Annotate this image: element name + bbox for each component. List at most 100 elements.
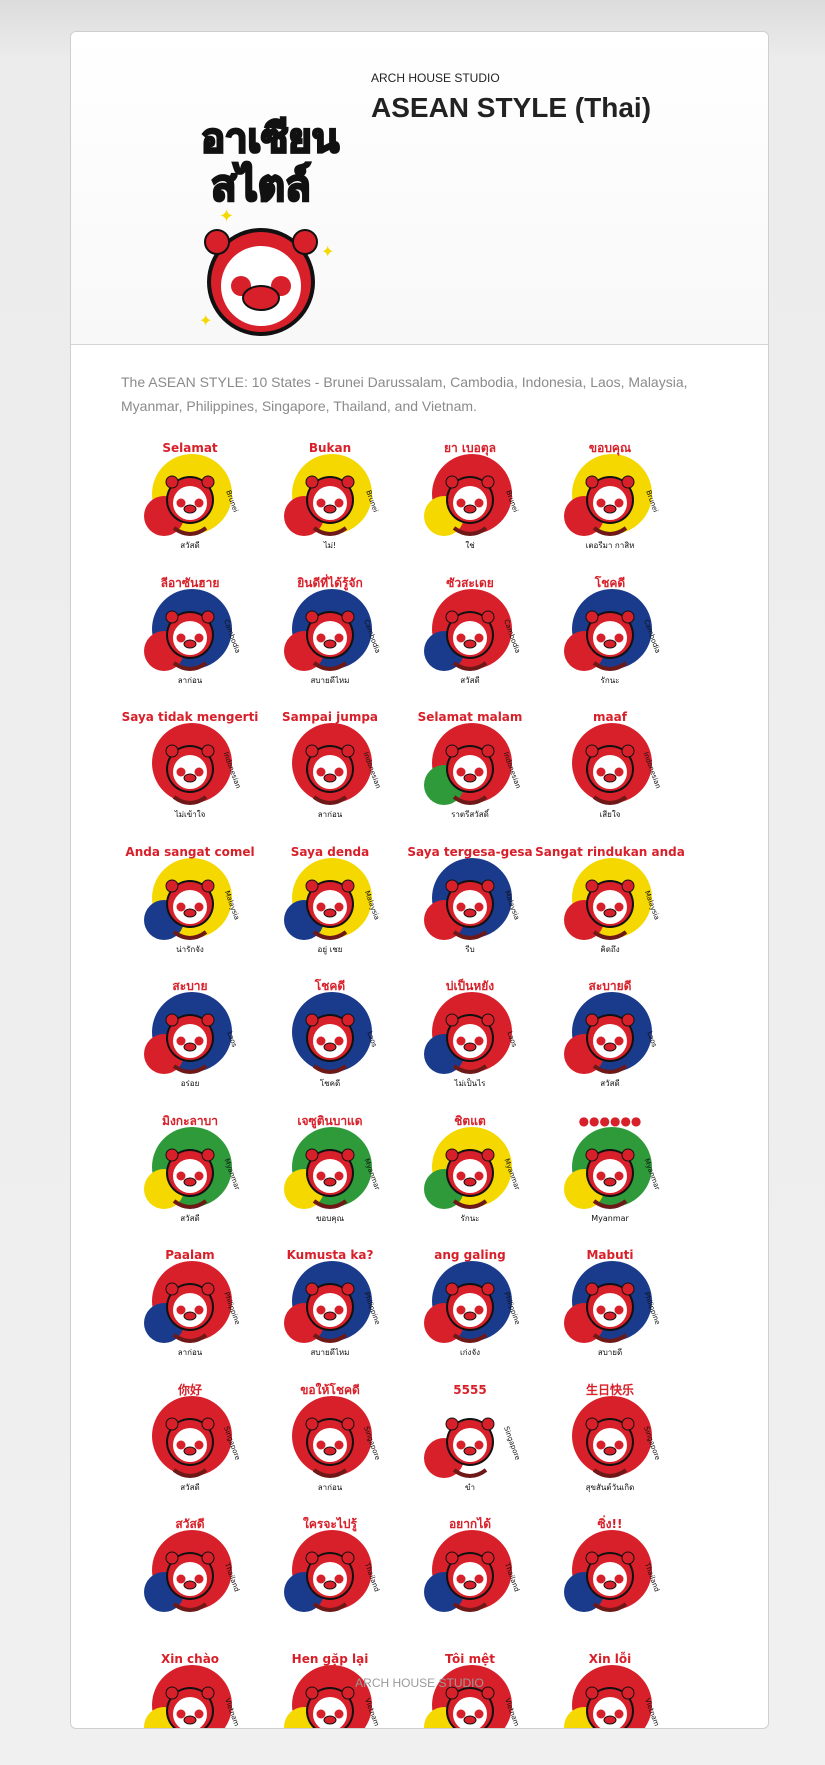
sticker-image: Kumusta ka?Philippineสบายดีไหม bbox=[284, 1248, 381, 1357]
sticker-image: ใครจะไปรู้Thailand bbox=[284, 1516, 381, 1612]
sticker-caption: ใครจะไปรู้ bbox=[303, 1516, 357, 1532]
sticker-image: Selamat malamIndonesianราตรีสวัสดิ์ bbox=[418, 710, 523, 819]
sticker-item[interactable]: บ่เป็นหยัง Laos ไม่เป็นไร bbox=[398, 966, 538, 1101]
sticker-item[interactable]: ขอบคุณ Brunei เตอรีมา กาสิห bbox=[538, 428, 678, 563]
sticker-item[interactable]: โชคดี Cambodia รักนะ bbox=[538, 563, 678, 698]
sticker-subcaption: ลาก่อน bbox=[318, 810, 343, 819]
sticker-image: 你好Singaporeสวัสดี bbox=[152, 1382, 242, 1492]
sticker-item[interactable]: ซิ่ง!! Thailand bbox=[538, 1504, 678, 1639]
sticker-subcaption: ลาก่อน bbox=[178, 1348, 203, 1357]
sticker-item[interactable]: ชิตแต Myanmar รักนะ bbox=[398, 1101, 538, 1236]
sticker-image: Anda sangat comelMalaysiaน่ารักจัง bbox=[125, 845, 254, 954]
main-sticker-icon[interactable]: อาเซียน สไตล์ ✦ ✦ ✦ bbox=[141, 82, 361, 342]
sticker-subcaption: ใช่ bbox=[465, 541, 475, 550]
sticker-image: เจซูตินบาแดMyanmarขอบคุณ bbox=[284, 1114, 381, 1223]
sticker-item[interactable]: maaf Indonesian เสียใจ bbox=[538, 697, 678, 832]
sticker-item[interactable]: 生日快乐 Singapore สุขสันต์วันเกิด bbox=[538, 1370, 678, 1505]
sticker-caption: Selamat malam bbox=[418, 710, 523, 724]
sticker-caption: Bukan bbox=[309, 441, 351, 455]
sticker-subcaption: โชคดี bbox=[320, 1078, 340, 1088]
sticker-item[interactable]: สวัสดี Thailand bbox=[118, 1504, 258, 1639]
sticker-caption: ang galing bbox=[434, 1248, 505, 1262]
sticker-caption: สะบายดี bbox=[589, 979, 632, 993]
footer-copyright[interactable]: ARCH HOUSE STUDIO bbox=[71, 1676, 768, 1690]
sticker-item[interactable]: Saya denda Malaysia อยู่ เชย bbox=[258, 832, 398, 967]
sticker-item[interactable]: ยินดีที่ได้รู้จัก Cambodia สบายดีไหม bbox=[258, 563, 398, 698]
sticker-image: SelamatBruneiสวัสดี bbox=[144, 441, 240, 550]
sticker-character bbox=[445, 1686, 495, 1728]
sticker-subcaption: สวัสดี bbox=[180, 1214, 199, 1223]
sticker-image: Saya tidak mengertiIndonesianไม่เข้าใจ bbox=[122, 710, 259, 819]
sticker-image: 生日快乐Singaporeสุขสันต์วันเกิด bbox=[572, 1382, 662, 1492]
sticker-image: สะบายดีLaosสวัสดี bbox=[564, 979, 659, 1088]
sticker-item[interactable]: สะบายดี Laos สวัสดี bbox=[538, 966, 678, 1101]
sticker-caption: Sampai jumpa bbox=[282, 710, 378, 724]
sticker-item[interactable]: ซัวสะเดย Cambodia สวัสดี bbox=[398, 563, 538, 698]
sticker-item[interactable]: Saya tergesa-gesa Malaysia รีบ bbox=[398, 832, 538, 967]
sticker-caption: 5555 bbox=[453, 1383, 486, 1397]
sticker-item[interactable]: Sampai jumpa Indonesian ลาก่อน bbox=[258, 697, 398, 832]
sticker-item[interactable]: Selamat Brunei สวัสดี bbox=[118, 428, 258, 563]
sticker-caption: ขอให้โชคดี bbox=[300, 1382, 360, 1397]
sticker-item[interactable]: Bukan Brunei ไม่! bbox=[258, 428, 398, 563]
sticker-subcaption: ขอบคุณ bbox=[316, 1214, 345, 1223]
sticker-image: Saya dendaMalaysiaอยู่ เชย bbox=[284, 845, 381, 955]
sticker-caption: Kumusta ka? bbox=[287, 1248, 374, 1262]
product-description: The ASEAN STYLE: 10 States - Brunei Daru… bbox=[121, 374, 688, 414]
sticker-subcaption: สวัสดี bbox=[460, 676, 479, 685]
sticker-item[interactable]: ●●●●●● Myanmar Myanmar bbox=[538, 1101, 678, 1236]
svg-text:✦: ✦ bbox=[199, 313, 212, 330]
sticker-caption: Xin lỗi bbox=[589, 1652, 632, 1666]
sticker-item[interactable]: 5555 Singapore ขำ bbox=[398, 1370, 538, 1505]
sticker-caption: ซัวสะเดย bbox=[446, 576, 494, 590]
sticker-subcaption: น่ารักจัง bbox=[176, 945, 204, 954]
sticker-subcaption: สบายดีไหม bbox=[311, 1348, 350, 1357]
sticker-image: 5555Singaporeขำ bbox=[424, 1383, 522, 1492]
sticker-caption: Saya denda bbox=[291, 845, 369, 859]
sticker-item[interactable]: เจซูตินบาแด Myanmar ขอบคุณ bbox=[258, 1101, 398, 1236]
sticker-image: ลีอาซันฮายCambodiaลาก่อน bbox=[144, 576, 242, 685]
sticker-subcaption: สบายดี bbox=[598, 1348, 622, 1357]
sticker-caption: Paalam bbox=[165, 1248, 214, 1262]
main-logo-line2: สไตล์ bbox=[211, 161, 311, 210]
sticker-caption: ●●●●●● bbox=[579, 1114, 642, 1128]
sticker-image: Saya tergesa-gesaMalaysiaรีบ bbox=[407, 845, 532, 954]
sticker-caption: Saya tergesa-gesa bbox=[407, 845, 532, 859]
sticker-image: ชิตแตMyanmarรักนะ bbox=[424, 1114, 521, 1223]
sticker-item[interactable]: Sangat rindukan anda Malaysia คิดถึง bbox=[535, 832, 685, 967]
sticker-item[interactable]: ใครจะไปรู้ Thailand bbox=[258, 1504, 398, 1639]
sticker-item[interactable]: มิงกะลาบา Myanmar สวัสดี bbox=[118, 1101, 258, 1236]
sticker-item[interactable]: ang galing Philippine เก่งจัง bbox=[398, 1235, 538, 1370]
sticker-subcaption: เตอรีมา กาสิห bbox=[586, 541, 635, 550]
sticker-caption: ซิ่ง!! bbox=[598, 1515, 623, 1531]
sticker-item[interactable]: Kumusta ka? Philippine สบายดีไหม bbox=[258, 1235, 398, 1370]
sticker-subcaption: สวัสดี bbox=[180, 541, 199, 550]
publisher-name[interactable]: ARCH HOUSE STUDIO bbox=[371, 71, 500, 85]
sticker-image: ขอบคุณBruneiเตอรีมา กาสิห bbox=[564, 441, 660, 550]
sticker-image: ●●●●●●MyanmarMyanmar bbox=[564, 1114, 661, 1223]
sticker-item[interactable]: Mabuti Philippine สบายดี bbox=[538, 1235, 678, 1370]
sticker-item[interactable]: Paalam Philippine ลาก่อน bbox=[118, 1235, 258, 1370]
sticker-caption: เจซูตินบาแด bbox=[297, 1114, 362, 1129]
sticker-item[interactable]: Anda sangat comel Malaysia น่ารักจัง bbox=[118, 832, 258, 967]
sticker-item[interactable]: อยากได้ Thailand bbox=[398, 1504, 538, 1639]
sticker-caption: Hen gặp lại bbox=[292, 1652, 369, 1666]
sticker-subcaption: ลาก่อน bbox=[318, 1483, 343, 1492]
main-logo-line1: อาเซียน bbox=[201, 116, 339, 162]
sticker-item[interactable]: Saya tidak mengerti Indonesian ไม่เข้าใจ bbox=[118, 697, 259, 832]
sticker-item[interactable]: โชคดี Laos โชคดี bbox=[258, 966, 398, 1101]
sticker-item[interactable]: สะบาย Laos อร่อย bbox=[118, 966, 258, 1101]
sticker-item[interactable]: 你好 Singapore สวัสดี bbox=[118, 1370, 258, 1505]
sticker-item[interactable]: ขอให้โชคดี Singapore ลาก่อน bbox=[258, 1370, 398, 1505]
sticker-caption: Tôi mệt bbox=[445, 1652, 495, 1666]
sticker-subcaption: สวัสดี bbox=[180, 1483, 199, 1492]
sticker-item[interactable]: ลีอาซันฮาย Cambodia ลาก่อน bbox=[118, 563, 258, 698]
sticker-caption: Saya tidak mengerti bbox=[122, 710, 259, 724]
sticker-caption: โชคดี bbox=[594, 575, 626, 590]
sticker-item[interactable]: Selamat malam Indonesian ราตรีสวัสดิ์ bbox=[398, 697, 538, 832]
product-title: ASEAN STYLE (Thai) bbox=[371, 92, 652, 123]
sticker-image: มิงกะลาบาMyanmarสวัสดี bbox=[144, 1114, 241, 1223]
sticker-subcaption: ลาก่อน bbox=[178, 676, 203, 685]
sticker-item[interactable]: ยา เบอตุล Brunei ใช่ bbox=[398, 428, 538, 563]
sticker-image: ซิ่ง!!Thailand bbox=[564, 1515, 661, 1612]
